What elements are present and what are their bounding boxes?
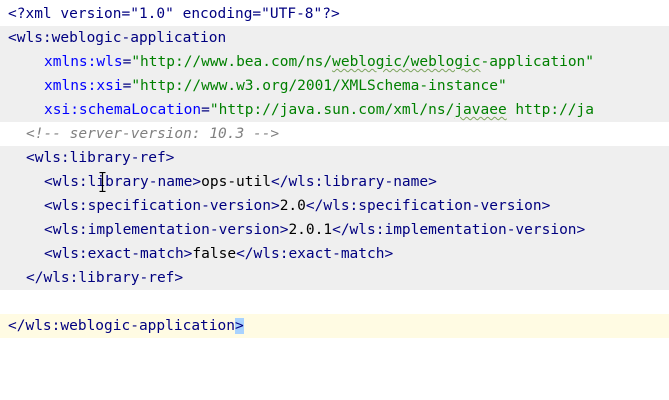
tag-close: </wls:implementation-version>	[332, 222, 586, 238]
code-line-schema-location[interactable]: xsi:schemaLocation="http://java.sun.com/…	[0, 98, 669, 122]
text-cursor-icon	[99, 171, 106, 193]
fold-collapse-icon[interactable]	[0, 152, 8, 163]
element-text: false	[192, 246, 237, 262]
tag-weblogic-application-close: </wls:weblogic-application	[8, 318, 235, 334]
tag-open: <wls:specification-version>	[44, 198, 280, 214]
fold-collapse-icon[interactable]	[0, 32, 8, 43]
xml-comment: <!-- server-version: 10.3 -->	[26, 126, 280, 142]
element-text: ops-util	[201, 174, 271, 190]
code-line-xml-declaration[interactable]: <?xml version="1.0" encoding="UTF-8"?>	[0, 2, 669, 26]
tag-library-ref-close: </wls:library-ref>	[26, 270, 184, 286]
tag-open: <wls:implementation-version>	[44, 222, 289, 238]
code-line-weblogic-application-close[interactable]: </wls:weblogic-application>	[0, 314, 669, 338]
code-line-library-ref-close[interactable]: </wls:library-ref>	[0, 266, 669, 290]
tag-open: <wls:library-name>	[44, 174, 202, 190]
code-line-weblogic-application-open[interactable]: <wls:weblogic-application	[0, 26, 669, 50]
element-text: 2.0.1	[288, 222, 333, 238]
xml-editor[interactable]: <?xml version="1.0" encoding="UTF-8"?> <…	[0, 0, 669, 400]
code-line-blank[interactable]	[0, 290, 669, 314]
code-line-library-ref-open[interactable]: <wls:library-ref>	[0, 146, 669, 170]
tag-weblogic-application-open: <wls:weblogic-application	[8, 30, 227, 46]
xml-declaration: <?xml version="1.0" encoding="UTF-8"?>	[8, 6, 340, 22]
code-line-specification-version[interactable]: <wls:specification-version>2.0</wls:spec…	[0, 194, 669, 218]
code-line-implementation-version[interactable]: <wls:implementation-version>2.0.1</wls:i…	[0, 218, 669, 242]
tag-close: </wls:exact-match>	[236, 246, 394, 262]
tag-open: <wls:exact-match>	[44, 246, 193, 262]
attribute-value: "http://www.w3.org/2001/XMLSchema-instan…	[131, 78, 507, 94]
code-line-xmlns-wls[interactable]: xmlns:wls="http://www.bea.com/ns/weblogi…	[0, 50, 669, 74]
attribute-value: "http://www.bea.com/ns/weblogic/weblogic…	[131, 54, 595, 70]
fold-end-icon[interactable]	[0, 272, 8, 283]
attribute-name: xsi:schemaLocation	[44, 102, 202, 118]
tag-close: </wls:library-name>	[270, 174, 437, 190]
code-line-xmlns-xsi[interactable]: xmlns:xsi="http://www.w3.org/2001/XMLSch…	[0, 74, 669, 98]
code-line-comment[interactable]: <!-- server-version: 10.3 -->	[0, 122, 669, 146]
tag-library-ref-open: <wls:library-ref>	[26, 150, 175, 166]
element-text: 2.0	[279, 198, 306, 214]
attribute-name: xmlns:wls	[44, 54, 123, 70]
fold-end-icon[interactable]	[0, 320, 8, 331]
code-line-exact-match[interactable]: <wls:exact-match>false</wls:exact-match>	[0, 242, 669, 266]
tag-close: </wls:specification-version>	[305, 198, 551, 214]
attribute-value: "http://java.sun.com/xml/ns/javaee http:…	[209, 102, 595, 118]
attribute-name: xmlns:xsi	[44, 78, 123, 94]
matched-bracket: >	[234, 318, 244, 334]
